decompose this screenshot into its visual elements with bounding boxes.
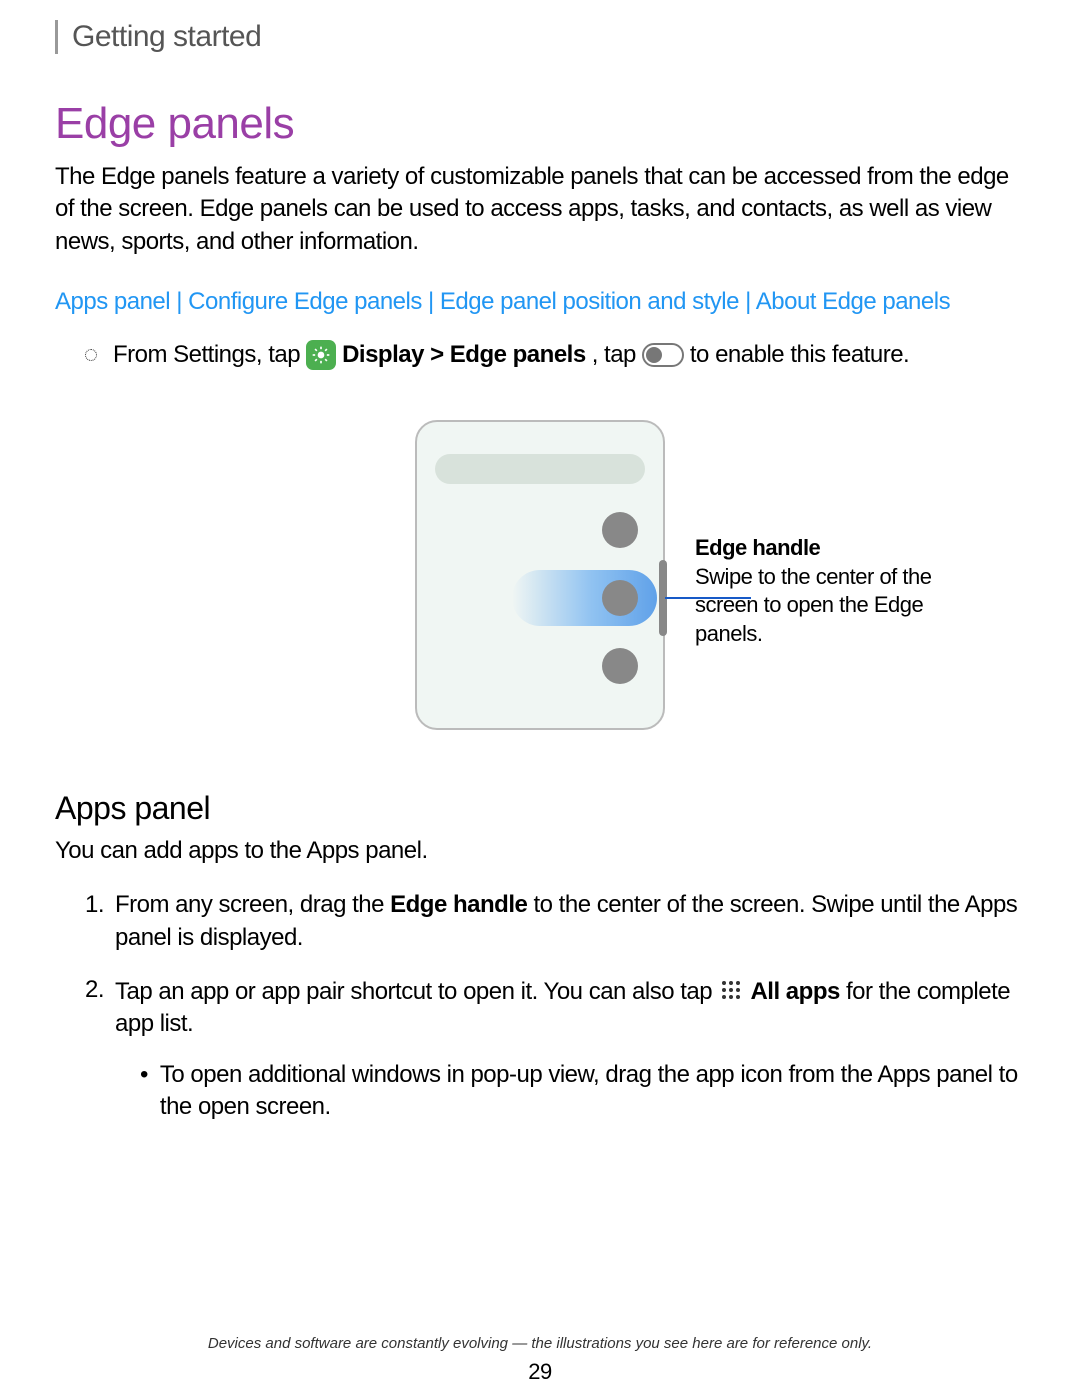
edge-dot-icon bbox=[602, 648, 638, 684]
edge-dot-icon bbox=[602, 580, 638, 616]
footer-disclaimer: Devices and software are constantly evol… bbox=[0, 1335, 1080, 1352]
instruction-step: From Settings, tap Display > Edge panels… bbox=[55, 340, 1025, 370]
step1-pre: From any screen, drag the bbox=[115, 891, 390, 918]
link-edge-panel-position[interactable]: Edge panel position and style bbox=[440, 288, 739, 315]
section-links: Apps panel | Configure Edge panels | Edg… bbox=[55, 288, 1025, 316]
step-number: 1. bbox=[85, 889, 115, 954]
edge-dot-icon bbox=[602, 512, 638, 548]
toggle-switch-icon bbox=[642, 343, 684, 367]
list-item: 2. Tap an app or app pair shortcut to op… bbox=[85, 974, 1025, 1124]
link-about-edge-panels[interactable]: About Edge panels bbox=[756, 288, 950, 315]
step-text-post: to enable this feature. bbox=[690, 341, 909, 369]
step2-bold: All apps bbox=[750, 978, 839, 1005]
all-apps-grid-icon bbox=[718, 977, 744, 1003]
step1-bold: Edge handle bbox=[390, 891, 527, 918]
step2-pre: Tap an app or app pair shortcut to open … bbox=[115, 978, 712, 1005]
link-separator: | bbox=[176, 288, 188, 315]
sub-bullet-list: • To open additional windows in pop-up v… bbox=[115, 1059, 1025, 1124]
page-number: 29 bbox=[0, 1359, 1080, 1385]
link-configure-edge-panels[interactable]: Configure Edge panels bbox=[188, 288, 422, 315]
callout-body: Swipe to the center of the screen to ope… bbox=[695, 563, 955, 649]
breadcrumb: Getting started bbox=[55, 20, 1025, 54]
step-text-bold: Display > Edge panels bbox=[342, 341, 586, 369]
page-title: Edge panels bbox=[55, 99, 1025, 149]
apps-panel-intro: You can add apps to the Apps panel. bbox=[55, 837, 1025, 865]
illustration: Edge handle Swipe to the center of the s… bbox=[55, 420, 1025, 730]
section-heading-apps-panel: Apps panel bbox=[55, 790, 1025, 827]
callout: Edge handle Swipe to the center of the s… bbox=[695, 534, 955, 648]
bullet-dot: • bbox=[140, 1059, 148, 1124]
step-number: 2. bbox=[85, 974, 115, 1124]
numbered-steps: 1. From any screen, drag the Edge handle… bbox=[55, 889, 1025, 1123]
bullet-icon bbox=[85, 349, 97, 361]
phone-mockup bbox=[415, 420, 665, 730]
display-settings-icon bbox=[306, 340, 336, 370]
phone-top-bar bbox=[435, 454, 645, 484]
callout-title: Edge handle bbox=[695, 534, 955, 563]
intro-paragraph: The Edge panels feature a variety of cus… bbox=[55, 161, 1025, 258]
link-apps-panel[interactable]: Apps panel bbox=[55, 288, 170, 315]
list-item: • To open additional windows in pop-up v… bbox=[140, 1059, 1025, 1124]
step-text-pre: From Settings, tap bbox=[113, 341, 300, 369]
breadcrumb-text: Getting started bbox=[72, 20, 1025, 54]
step-text-mid: , tap bbox=[592, 341, 636, 369]
link-separator: | bbox=[428, 288, 440, 315]
link-separator: | bbox=[745, 288, 756, 315]
list-item: 1. From any screen, drag the Edge handle… bbox=[85, 889, 1025, 954]
sub-bullet-text: To open additional windows in pop-up vie… bbox=[160, 1059, 1025, 1124]
